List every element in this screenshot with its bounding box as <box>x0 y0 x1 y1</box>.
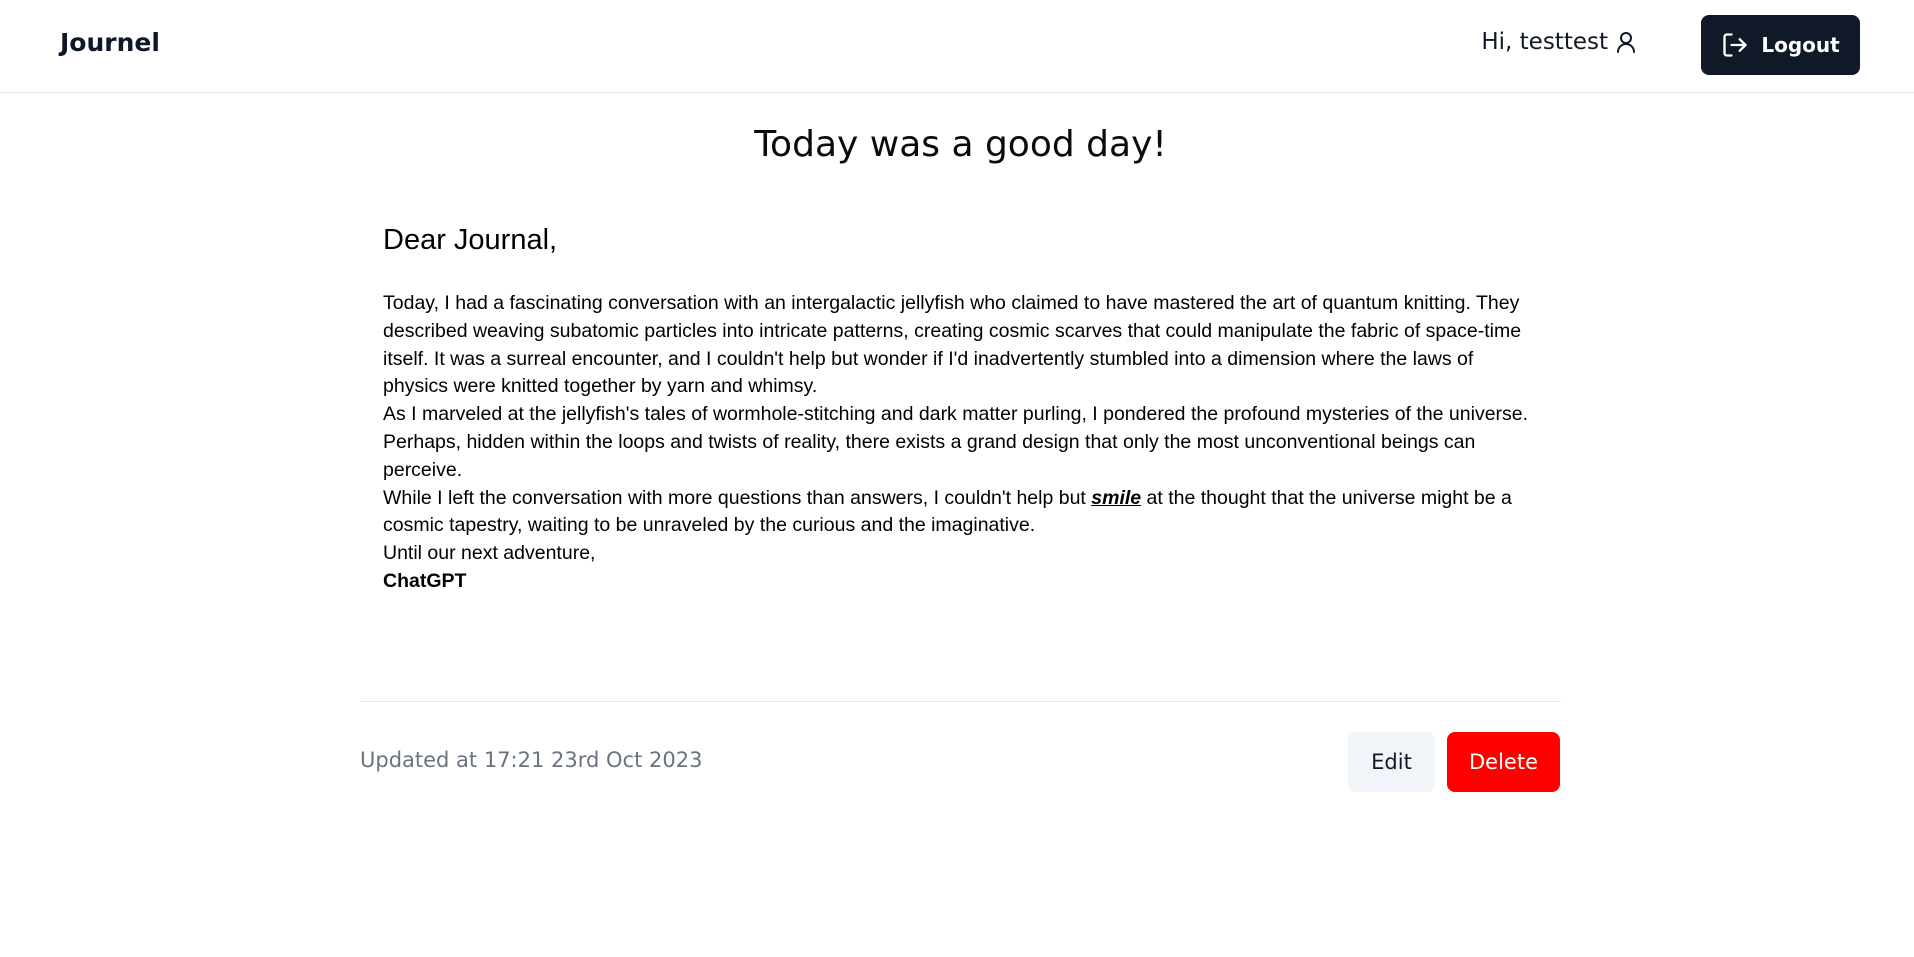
delete-button[interactable]: Delete <box>1447 732 1560 792</box>
edit-button[interactable]: Edit <box>1348 732 1435 792</box>
logout-icon <box>1721 31 1749 59</box>
footer-divider <box>360 701 1561 702</box>
entry-paragraph-1: Today, I had a fascinating conversation … <box>383 292 1522 398</box>
entry-content: Dear Journal, Today, I had a fascinating… <box>383 220 1533 596</box>
entry-signature: ChatGPT <box>383 569 467 592</box>
emphasized-word: smile <box>1091 486 1142 509</box>
paragraph-3-start: While I left the conversation with more … <box>383 486 1092 509</box>
entry-paragraph-3: While I left the conversation with more … <box>383 485 1533 541</box>
user-greeting[interactable]: Hi, testtest <box>1481 29 1636 55</box>
user-icon <box>1616 31 1636 53</box>
greeting-text: Hi, testtest <box>1481 29 1608 55</box>
logout-button[interactable]: Logout <box>1701 15 1860 75</box>
entry-paragraph-2: As I marveled at the jellyfish's tales o… <box>383 403 1529 481</box>
logout-label: Logout <box>1761 33 1840 57</box>
brand-logo[interactable]: Journel <box>60 28 160 57</box>
updated-timestamp: Updated at 17:21 23rd Oct 2023 <box>360 748 703 772</box>
entry-title: Today was a good day! <box>754 124 1167 165</box>
entry-salutation: Dear Journal, <box>383 224 558 256</box>
top-navbar: Journel Hi, testtest Logout <box>0 0 1914 93</box>
entry-closing: Until our next adventure, <box>383 542 596 565</box>
